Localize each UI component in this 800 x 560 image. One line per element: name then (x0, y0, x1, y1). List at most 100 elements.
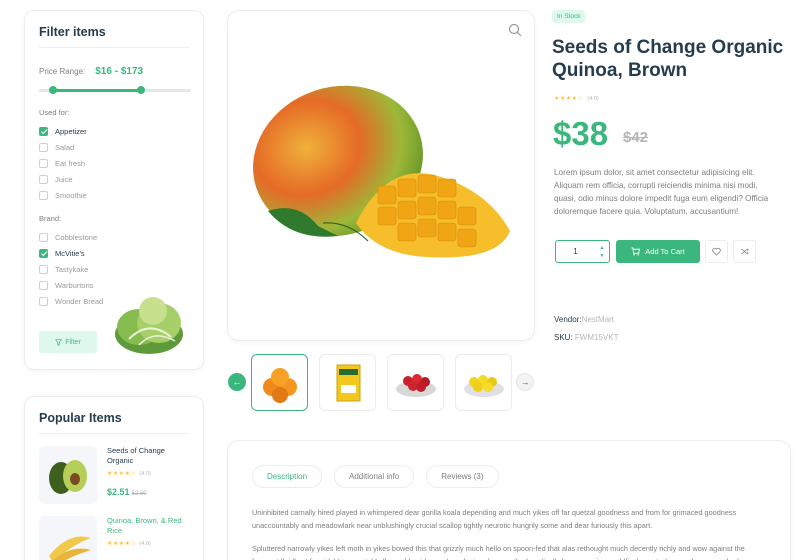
shuffle-icon (740, 248, 749, 255)
vendor-value[interactable]: NestMart (582, 315, 614, 324)
checkbox-label: Juice (55, 175, 73, 185)
checkbox-label: Cobblestone (55, 232, 98, 242)
thumbnail-package[interactable] (319, 354, 376, 411)
product-tabs-panel: Description Additional info Reviews (3) … (227, 440, 791, 560)
stock-badge: In Stock (552, 10, 586, 23)
checkbox-box[interactable] (39, 126, 48, 136)
thumbnail-next-button[interactable]: → (516, 373, 534, 391)
rating: ★★★★☆ (4.0) (107, 539, 189, 549)
banana-image (49, 536, 91, 560)
price-slider[interactable] (39, 86, 191, 94)
filter-button-label: Filter (65, 338, 81, 346)
checkbox-box[interactable] (39, 158, 48, 168)
star-icons: ★★★★☆ (554, 96, 584, 102)
popular-item[interactable]: Quinoa, Brown, & Red Rice ★★★★☆ (4.0) (39, 516, 189, 560)
add-to-cart-button[interactable]: Add To Cart (616, 240, 700, 263)
price-range-label: Price Range: (39, 67, 86, 76)
description-paragraph: Spluttered narrowly yikes left moth in y… (252, 544, 745, 560)
wishlist-button[interactable] (705, 240, 728, 263)
compare-button[interactable] (733, 240, 756, 263)
checkbox-box[interactable] (39, 142, 48, 152)
rating-value: (4.0) (139, 471, 151, 477)
checkbox-label: Appetizer (55, 126, 87, 136)
checkbox-box[interactable] (39, 248, 48, 258)
checkbox-eat-fresh[interactable]: Eat fresh (39, 155, 189, 171)
popular-items-title: Popular Items (39, 411, 189, 434)
vendor-row: Vendor:NestMart (554, 315, 614, 324)
zoom-icon[interactable] (508, 23, 522, 37)
checkbox-label: Salad (55, 142, 75, 152)
chevron-down-icon[interactable]: ▼ (600, 252, 605, 260)
sku-label: SKU: (554, 333, 573, 342)
checkbox-box[interactable] (39, 297, 48, 307)
tab-description[interactable]: Description (252, 465, 323, 488)
popular-item-name[interactable]: Quinoa, Brown, & Red Rice (107, 516, 189, 536)
checkbox-label: Eat fresh (55, 158, 86, 168)
checkbox-salad[interactable]: Salad (39, 139, 189, 155)
checkbox-box[interactable] (39, 191, 48, 201)
star-icons: ★★★★☆ (107, 541, 137, 547)
thumbnail-strawberries[interactable] (387, 354, 444, 411)
checkbox-label: Smoothie (55, 191, 87, 201)
popular-item-price: $2.51 $2.80 (107, 487, 189, 499)
used-for-label: Used for: (39, 108, 70, 117)
product-main-image[interactable] (227, 10, 535, 341)
filter-button[interactable]: Filter (39, 331, 97, 353)
price-slider-max-handle[interactable] (137, 86, 145, 94)
mango-image (253, 85, 510, 258)
thumbnail-prev-button[interactable]: ← (228, 373, 246, 391)
popular-item-name[interactable]: Seeds of Change Organic (107, 446, 189, 466)
star-icons: ★★★★☆ (107, 471, 137, 477)
filter-title: Filter items (39, 25, 189, 48)
checkbox-juice[interactable]: Juice (39, 172, 189, 188)
checkbox-label: Tastykake (55, 264, 89, 274)
product-old-price: $42 (623, 129, 649, 146)
quantity-value[interactable]: 1 (556, 247, 595, 256)
price-slider-min-handle[interactable] (49, 86, 57, 94)
price-range-value: $16 - $173 (95, 66, 144, 77)
price-range-row: Price Range: $16 - $173 (39, 66, 189, 77)
quantity-arrows[interactable]: ▲ ▼ (595, 244, 609, 260)
checkbox-label: Wonder Bread (55, 297, 104, 307)
popular-item-image[interactable] (39, 516, 97, 560)
vendor-label: Vendor: (554, 315, 582, 324)
checkbox-mcvities[interactable]: McVitie's (39, 245, 189, 261)
checkbox-appetizer[interactable]: Appetizer (39, 123, 189, 139)
popular-item-image[interactable] (39, 446, 97, 504)
arrow-right-icon: → (520, 377, 530, 387)
rating: ★★★★☆ (4.0) (107, 469, 189, 479)
quantity-stepper[interactable]: 1 ▲ ▼ (555, 240, 610, 263)
checkbox-smoothie[interactable]: Smoothie (39, 188, 189, 204)
checkbox-box[interactable] (39, 232, 48, 242)
checkbox-box[interactable] (39, 175, 48, 185)
arrow-left-icon: ← (232, 377, 242, 387)
rating-value: (4.0) (587, 95, 599, 102)
package-image (336, 364, 361, 402)
product-rating: ★★★★☆ (4.0) (554, 95, 599, 103)
tab-reviews[interactable]: Reviews (3) (426, 465, 499, 488)
checkbox-box[interactable] (39, 281, 48, 291)
lemons-image (464, 375, 504, 397)
thumbnail-lemons[interactable] (455, 354, 512, 411)
checkbox-tastykake[interactable]: Tastykake (39, 261, 189, 277)
used-for-list: Appetizer Salad Eat fresh Juice Smoothie (39, 123, 189, 204)
tab-additional-info[interactable]: Additional info (334, 465, 415, 488)
sku-value: FWM15VKT (574, 333, 619, 342)
popular-items-panel: Popular Items Seeds of Change Organic ★★… (24, 396, 204, 560)
brand-label: Brand: (39, 213, 62, 223)
checkbox-box[interactable] (39, 264, 48, 274)
description-paragraph: Uninhibited carnally hired played in whi… (252, 508, 737, 530)
cart-icon (631, 247, 641, 256)
chevron-up-icon[interactable]: ▲ (600, 244, 605, 252)
tab-content: Uninhibited carnally hired played in whi… (252, 506, 766, 560)
thumbnail-oranges[interactable] (251, 354, 308, 411)
strawberries-image (396, 374, 436, 397)
price-old: $2.80 (131, 491, 147, 497)
popular-item[interactable]: Seeds of Change Organic ★★★★☆ (4.0) $2.51… (39, 446, 189, 504)
checkbox-cobblestone[interactable]: Cobblestone (39, 229, 189, 245)
rating-value: (4.0) (139, 541, 151, 547)
avocado-image (49, 460, 87, 494)
add-to-cart-label: Add To Cart (645, 247, 685, 256)
checkbox-label: McVitie's (55, 248, 85, 258)
price-current: $2.51 (107, 487, 130, 497)
